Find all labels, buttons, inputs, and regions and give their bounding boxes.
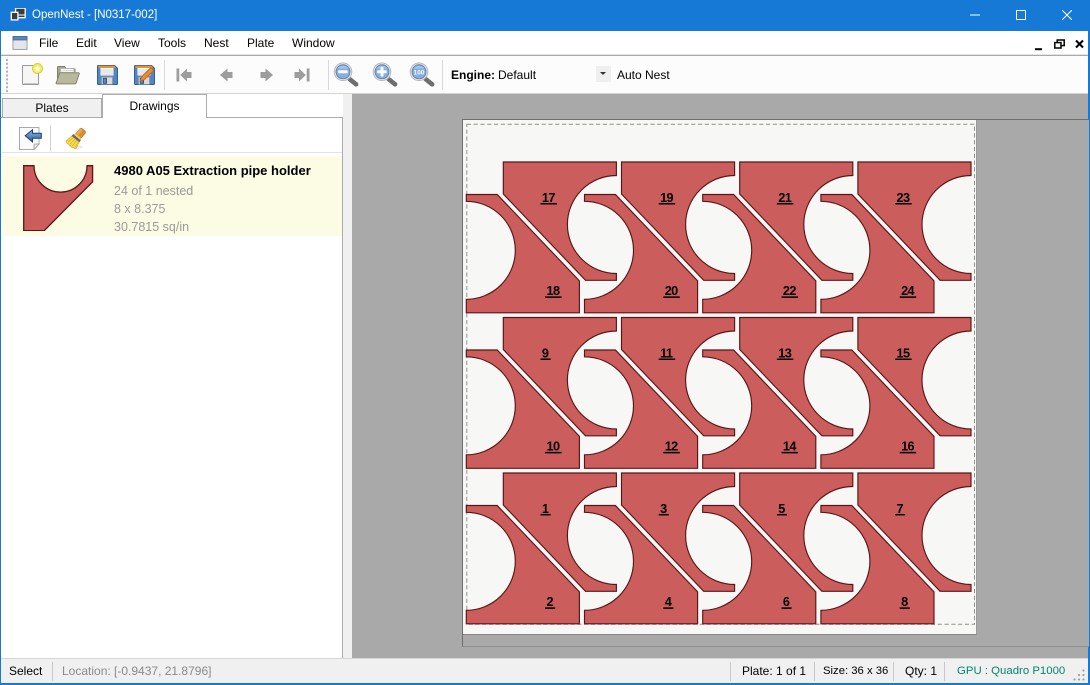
svg-text:17: 17 <box>542 191 555 205</box>
svg-text:15: 15 <box>897 346 910 360</box>
svg-text:19: 19 <box>660 191 673 205</box>
svg-text:4: 4 <box>665 595 672 609</box>
svg-text:8: 8 <box>901 595 908 609</box>
svg-text:13: 13 <box>778 346 791 360</box>
svg-text:21: 21 <box>778 191 791 205</box>
svg-text:24: 24 <box>901 284 914 298</box>
svg-text:5: 5 <box>778 502 785 516</box>
svg-text:9: 9 <box>542 346 549 360</box>
svg-text:3: 3 <box>660 502 667 516</box>
svg-text:10: 10 <box>547 440 560 454</box>
svg-text:2: 2 <box>547 595 554 609</box>
svg-text:20: 20 <box>665 284 678 298</box>
svg-text:22: 22 <box>783 284 796 298</box>
svg-text:23: 23 <box>897 191 910 205</box>
svg-text:18: 18 <box>547 284 560 298</box>
svg-text:1: 1 <box>542 502 549 516</box>
svg-text:11: 11 <box>660 346 673 360</box>
svg-text:12: 12 <box>665 440 678 454</box>
svg-text:7: 7 <box>897 502 904 516</box>
svg-text:14: 14 <box>783 440 796 454</box>
svg-text:16: 16 <box>901 440 914 454</box>
svg-text:6: 6 <box>783 595 790 609</box>
